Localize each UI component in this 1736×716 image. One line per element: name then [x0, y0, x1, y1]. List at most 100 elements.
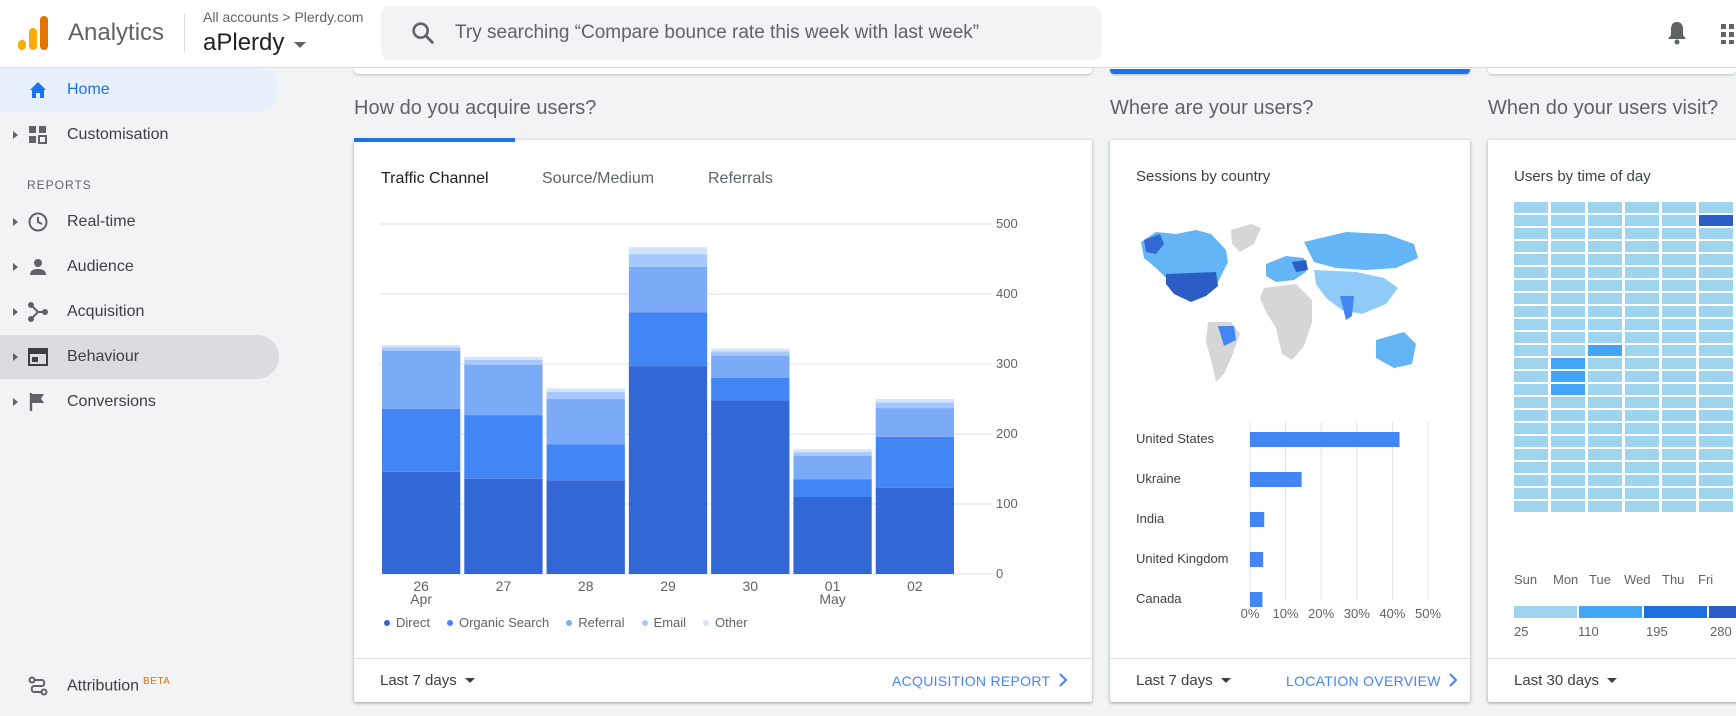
bar-segment-referral[interactable]	[546, 399, 625, 445]
heatmap-cell[interactable]	[1588, 410, 1622, 421]
heatmap-cell[interactable]	[1699, 501, 1733, 512]
location-overview-link[interactable]: LOCATION OVERVIEW	[1286, 673, 1441, 689]
heatmap-cell[interactable]	[1514, 202, 1548, 213]
country-bar[interactable]	[1250, 432, 1400, 447]
heatmap-cell[interactable]	[1662, 501, 1696, 512]
apps-grid-icon[interactable]	[1721, 24, 1736, 44]
bar-segment-direct[interactable]	[628, 366, 708, 574]
heatmap-cell[interactable]	[1551, 449, 1585, 460]
heatmap-cell[interactable]	[1551, 475, 1585, 486]
heatmap-cell[interactable]	[1662, 241, 1696, 252]
heatmap-cell[interactable]	[1588, 371, 1622, 382]
heatmap-cell[interactable]	[1514, 306, 1548, 317]
heatmap-cell[interactable]	[1551, 306, 1585, 317]
heatmap-cell[interactable]	[1699, 358, 1733, 369]
heatmap-cell[interactable]	[1625, 371, 1659, 382]
heatmap-cell[interactable]	[1588, 306, 1622, 317]
heatmap-cell[interactable]	[1662, 462, 1696, 473]
bar-segment-referral[interactable]	[875, 408, 954, 437]
heatmap-cell[interactable]	[1699, 488, 1733, 499]
analytics-logo-icon[interactable]	[18, 16, 48, 50]
heatmap-cell[interactable]	[1514, 358, 1548, 369]
heatmap-cell[interactable]	[1514, 462, 1548, 473]
heatmap-cell[interactable]	[1625, 488, 1659, 499]
account-selector[interactable]: aPlerdy	[203, 29, 307, 57]
chevron-right-icon[interactable]	[1058, 672, 1068, 688]
bar-segment-email[interactable]	[875, 402, 954, 409]
heatmap-cell[interactable]	[1551, 241, 1585, 252]
heatmap-cell[interactable]	[1551, 384, 1585, 395]
heatmap-cell[interactable]	[1662, 397, 1696, 408]
map-region-africa[interactable]	[1260, 284, 1312, 360]
heatmap-cell[interactable]	[1514, 371, 1548, 382]
heatmap-cell[interactable]	[1699, 449, 1733, 460]
heatmap-cell[interactable]	[1699, 462, 1733, 473]
heatmap-cell[interactable]	[1588, 462, 1622, 473]
bar-segment-organic-search[interactable]	[711, 378, 790, 401]
sidebar-item-audience[interactable]: Audience	[0, 245, 279, 289]
heatmap-cell[interactable]	[1514, 423, 1548, 434]
legend-item-direct[interactable]: Direct	[384, 615, 430, 630]
heatmap-cell[interactable]	[1625, 423, 1659, 434]
heatmap-cell[interactable]	[1551, 436, 1585, 447]
heatmap-cell[interactable]	[1699, 384, 1733, 395]
heatmap-cell[interactable]	[1699, 306, 1733, 317]
date-range-dropdown[interactable]: Last 7 days	[1136, 672, 1231, 689]
heatmap-cell[interactable]	[1625, 462, 1659, 473]
heatmap-cell[interactable]	[1551, 345, 1585, 356]
heatmap-cell[interactable]	[1625, 358, 1659, 369]
heatmap-cell[interactable]	[1625, 449, 1659, 460]
bar-segment-email[interactable]	[793, 452, 872, 456]
heatmap-cell[interactable]	[1625, 345, 1659, 356]
heatmap-cell[interactable]	[1588, 501, 1622, 512]
heatmap-cell[interactable]	[1625, 332, 1659, 343]
bar-segment-referral[interactable]	[628, 266, 708, 313]
heatmap-cell[interactable]	[1699, 319, 1733, 330]
heatmap-cell[interactable]	[1514, 228, 1548, 239]
heatmap-cell[interactable]	[1699, 267, 1733, 278]
bar-segment-referral[interactable]	[464, 364, 543, 416]
heatmap-cell[interactable]	[1662, 254, 1696, 265]
heatmap-cell[interactable]	[1662, 280, 1696, 291]
map-region-greenland[interactable]	[1231, 224, 1261, 252]
heatmap-cell[interactable]	[1551, 254, 1585, 265]
heatmap-cell[interactable]	[1625, 215, 1659, 226]
heatmap-cell[interactable]	[1699, 410, 1733, 421]
map-region-asia[interactable]	[1314, 270, 1398, 314]
heatmap-cell[interactable]	[1699, 293, 1733, 304]
bar-segment-organic-search[interactable]	[793, 479, 872, 498]
heatmap-cell[interactable]	[1588, 319, 1622, 330]
heatmap-cell[interactable]	[1625, 293, 1659, 304]
heatmap-cell[interactable]	[1625, 501, 1659, 512]
heatmap-cell[interactable]	[1625, 319, 1659, 330]
heatmap-cell[interactable]	[1662, 202, 1696, 213]
heatmap-cell[interactable]	[1514, 384, 1548, 395]
bar-segment-other[interactable]	[875, 399, 954, 403]
heatmap-cell[interactable]	[1514, 449, 1548, 460]
heatmap-cell[interactable]	[1514, 345, 1548, 356]
heatmap-cell[interactable]	[1588, 280, 1622, 291]
bar-segment-email[interactable]	[464, 359, 543, 365]
bar-segment-direct[interactable]	[875, 487, 954, 574]
heatmap-cell[interactable]	[1514, 241, 1548, 252]
heatmap-cell[interactable]	[1551, 267, 1585, 278]
heatmap-cell[interactable]	[1662, 228, 1696, 239]
heatmap-cell[interactable]	[1588, 436, 1622, 447]
heatmap-cell[interactable]	[1588, 358, 1622, 369]
bar-segment-email[interactable]	[546, 392, 625, 399]
bar-segment-email[interactable]	[711, 351, 790, 356]
bar-segment-direct[interactable]	[546, 480, 625, 574]
legend-item-referral[interactable]: Referral	[566, 615, 625, 630]
heatmap-cell[interactable]	[1514, 332, 1548, 343]
heatmap-cell[interactable]	[1625, 410, 1659, 421]
heatmap-cell[interactable]	[1551, 488, 1585, 499]
heatmap-cell[interactable]	[1625, 436, 1659, 447]
heatmap-cell[interactable]	[1514, 436, 1548, 447]
heatmap-cell[interactable]	[1588, 345, 1622, 356]
heatmap-cell[interactable]	[1588, 332, 1622, 343]
map-region-australia[interactable]	[1376, 332, 1416, 368]
heatmap-cell[interactable]	[1662, 345, 1696, 356]
heatmap-cell[interactable]	[1662, 306, 1696, 317]
bar-segment-direct[interactable]	[711, 400, 790, 574]
heatmap-cell[interactable]	[1662, 410, 1696, 421]
